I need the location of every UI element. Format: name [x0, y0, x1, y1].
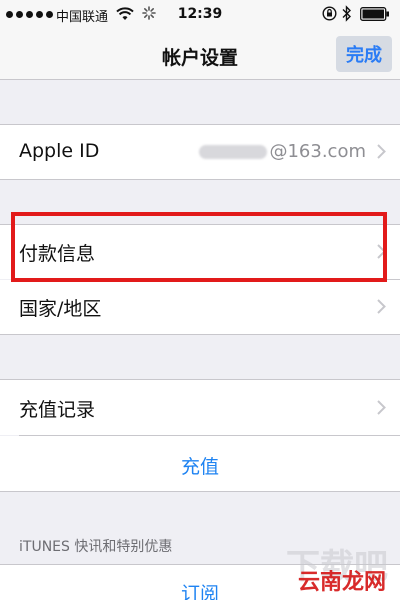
- battery-icon: [360, 7, 390, 25]
- status-time: 12:39: [177, 6, 223, 22]
- recharge-history-row[interactable]: 充值记录: [0, 380, 400, 435]
- itunes-section-header: iTUNES 快讯和特别优惠: [19, 539, 173, 555]
- highlight-box: [11, 212, 387, 282]
- apple-id-label: Apple ID: [19, 140, 100, 162]
- chevron-right-icon: [377, 400, 386, 419]
- done-button[interactable]: 完成: [336, 36, 392, 72]
- divider: [0, 179, 400, 180]
- divider: [0, 491, 400, 492]
- apple-id-value: @163.com: [199, 141, 366, 162]
- country-region-label: 国家/地区: [19, 298, 102, 320]
- chevron-right-icon: [377, 299, 386, 318]
- recharge-history-label: 充值记录: [19, 399, 96, 421]
- redacted-email-user: [199, 145, 268, 159]
- recharge-link[interactable]: 充值: [0, 452, 400, 479]
- navigation-bar: 帐户设置 完成: [0, 30, 400, 80]
- divider: [0, 334, 400, 335]
- apple-id-row[interactable]: Apple ID @163.com: [0, 125, 400, 179]
- watermark-text: 云南龙网: [297, 570, 386, 595]
- status-bar: 中国联通 12:39: [0, 0, 400, 30]
- bluetooth-icon: [342, 5, 352, 26]
- orientation-lock-icon: [322, 6, 337, 25]
- country-region-row[interactable]: 国家/地区: [0, 280, 400, 334]
- account-settings-screen: 中国联通 12:39 帐户设置 完成 Apple ID @163.com 付款信…: [0, 0, 400, 600]
- recharge-row[interactable]: 充值: [0, 436, 400, 491]
- chevron-right-icon: [377, 144, 386, 163]
